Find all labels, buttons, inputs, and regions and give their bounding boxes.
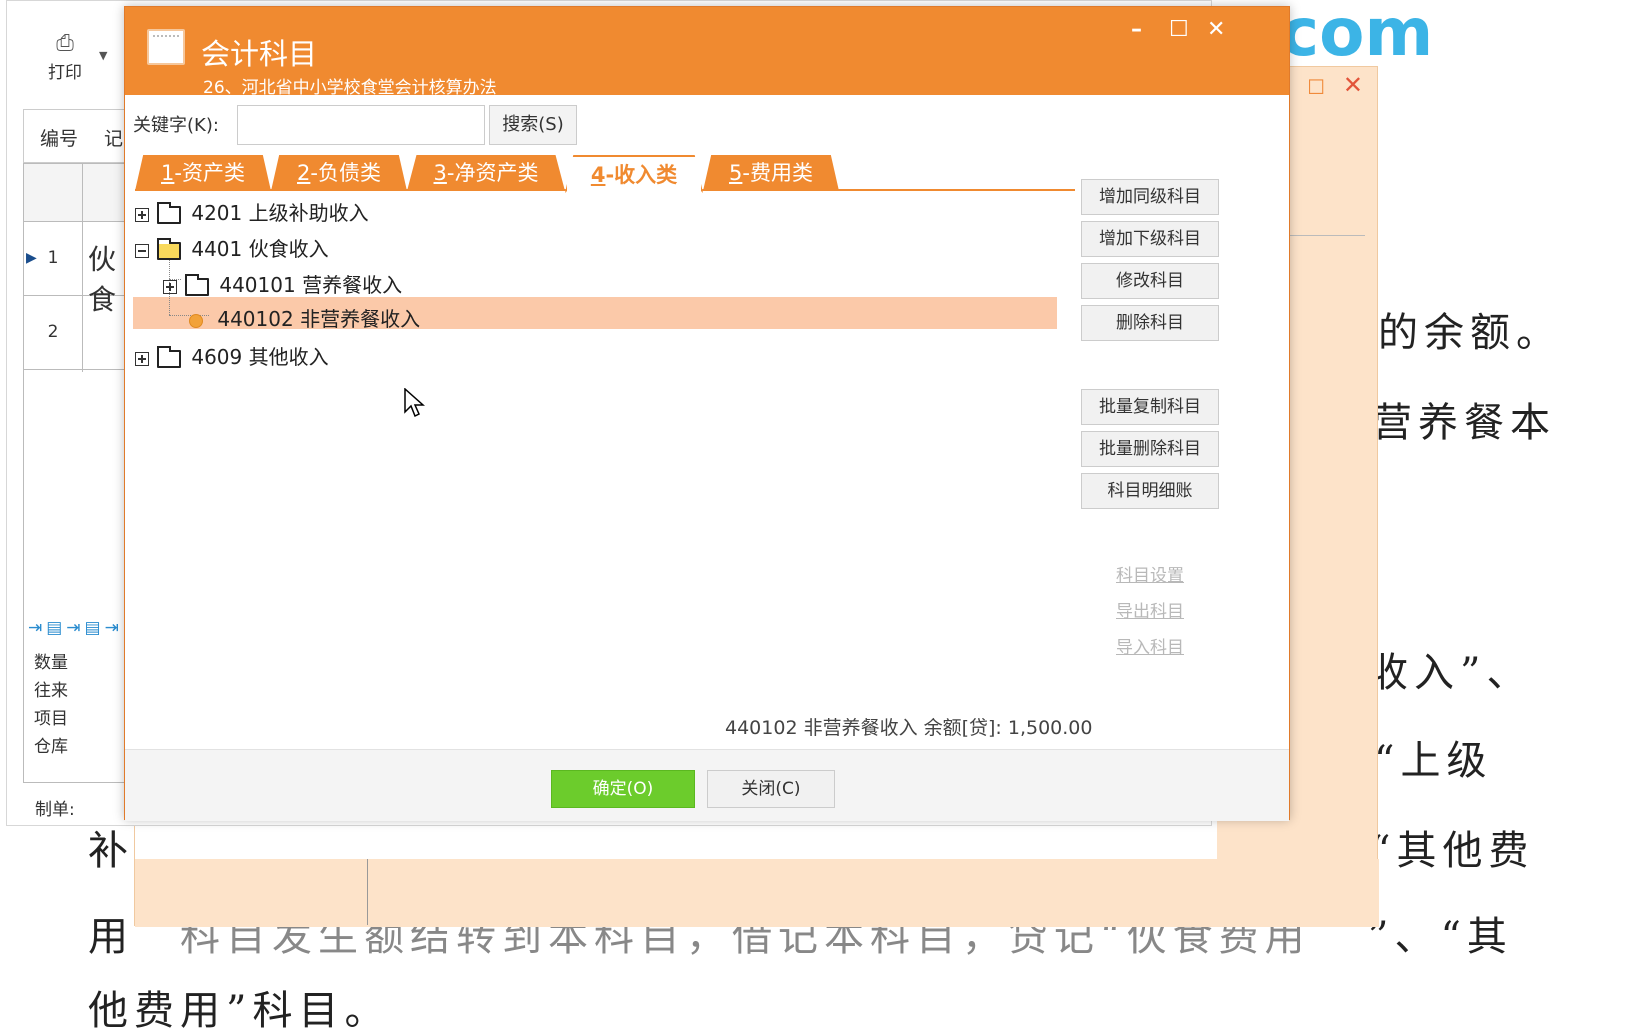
close-icon[interactable]: ✕ [1207, 17, 1225, 42]
maker-label: 制单: [35, 800, 75, 820]
tree-node-4201[interactable]: 4201 上级补助收入 [135, 197, 369, 229]
folder-icon [185, 273, 209, 296]
folder-icon [157, 345, 181, 368]
expand-icon[interactable] [135, 351, 149, 366]
subject-settings-link[interactable]: 科目设置 [1081, 561, 1219, 586]
expand-icon[interactable] [163, 279, 177, 294]
subject-tree: 4201 上级补助收入 4401 伙食收入 440101 营养餐收入 44010… [133, 193, 1057, 683]
tree-node-4401[interactable]: 4401 伙食收入 [135, 233, 329, 265]
doc-line-4: “上级 [1374, 738, 1493, 784]
folder-open-icon [157, 237, 181, 260]
dialog-subtitle: 26、河北省中小学校食堂会计核算办法 [203, 78, 497, 98]
tab-assets[interactable]: 1-资产类 [135, 155, 271, 191]
tree-node-440101[interactable]: 440101 营养餐收入 [163, 269, 402, 301]
search-button[interactable]: 搜索(S) [489, 105, 577, 145]
edit-subject-button[interactable]: 修改科目 [1081, 263, 1219, 299]
dialog-footer: 确定(O) 关闭(C) [125, 749, 1289, 821]
add-sibling-subject-button[interactable]: 增加同级科目 [1081, 179, 1219, 215]
leaf-node-icon [189, 313, 203, 328]
field-label: 数量 [34, 653, 68, 673]
tab-net-assets[interactable]: 3-净资产类 [407, 155, 565, 191]
field-label: 仓库 [34, 737, 68, 757]
export-subjects-link[interactable]: 导出科目 [1081, 597, 1219, 622]
brand-text: com [1280, 0, 1434, 71]
dialog-title: 会计科目 [201, 37, 318, 71]
collapse-icon[interactable] [135, 243, 149, 258]
batch-delete-subjects-button[interactable]: 批量删除科目 [1081, 431, 1219, 467]
field-label: 往来 [34, 681, 68, 701]
delete-subject-button[interactable]: 删除科目 [1081, 305, 1219, 341]
close-icon[interactable]: ✕ [1343, 71, 1363, 99]
voucher-grid: ▶ 1 伙食 2 ⇥▤⇥▤⇥▤ 数量 往来 项目 仓库 [23, 163, 139, 783]
tab-expenses[interactable]: 5-费用类 [703, 155, 839, 191]
number-label: 编号 [40, 128, 79, 150]
field-label: 项目 [34, 709, 68, 729]
tree-node-4609[interactable]: 4609 其他收入 [135, 341, 329, 373]
category-tabs: 1-资产类 2-负债类 3-净资产类 4-收入类 5-费用类 [135, 151, 1075, 193]
doc-line-5-left: 补 [88, 828, 134, 874]
subject-ledger-button[interactable]: 科目明细账 [1081, 473, 1219, 509]
import-subjects-link[interactable]: 导入科目 [1081, 633, 1219, 658]
accounting-subjects-dialog: 会计科目 26、河北省中小学校食堂会计核算办法 – ☐ ✕ 关键字(K): 搜索… [124, 6, 1290, 821]
tab-liabilities[interactable]: 2-负债类 [271, 155, 407, 191]
expand-icon[interactable] [135, 207, 149, 222]
table-row[interactable]: ▶ 1 伙食 [24, 222, 132, 316]
mouse-cursor-icon [404, 388, 425, 418]
printer-icon: ⎙ [56, 31, 74, 56]
maximize-icon[interactable]: ☐ [1169, 17, 1189, 42]
doc-line-6-right: ”、“其 [1368, 914, 1513, 960]
ok-button[interactable]: 确定(O) [551, 770, 695, 808]
record-label: 记 [104, 128, 124, 150]
doc-line-3: 收入”、 [1368, 650, 1533, 696]
doc-line-1: 的余额。 [1378, 310, 1562, 356]
table-row[interactable]: 2 [24, 296, 132, 370]
keyword-label: 关键字(K): [133, 115, 219, 136]
doc-line-7: 他费用”科目。 [88, 988, 391, 1034]
doc-line-2: 营养餐本 [1372, 400, 1556, 446]
folder-icon [157, 201, 181, 224]
doc-line-5-right: “其他费 [1370, 828, 1535, 874]
tree-node-440102[interactable]: 440102 非营养餐收入 [189, 303, 420, 335]
app-icon [147, 29, 185, 65]
chevron-down-icon[interactable]: ▼ [99, 49, 107, 62]
tab-income[interactable]: 4-收入类 [565, 155, 703, 193]
doc-line-6-left: 用 [88, 914, 134, 960]
minimize-icon[interactable]: – [1131, 17, 1142, 42]
dialog-titlebar[interactable]: 会计科目 26、河北省中小学校食堂会计核算办法 – ☐ ✕ [125, 7, 1289, 98]
add-child-subject-button[interactable]: 增加下级科目 [1081, 221, 1219, 257]
keyword-input[interactable] [237, 105, 485, 145]
balance-status: 440102 非营养餐收入 余额[贷]: 1,500.00 [725, 717, 1093, 739]
batch-copy-subjects-button[interactable]: 批量复制科目 [1081, 389, 1219, 425]
maximize-icon[interactable]: ☐ [1307, 75, 1325, 99]
print-button[interactable]: ⎙ 打印 [41, 31, 89, 83]
close-button[interactable]: 关闭(C) [707, 770, 835, 808]
